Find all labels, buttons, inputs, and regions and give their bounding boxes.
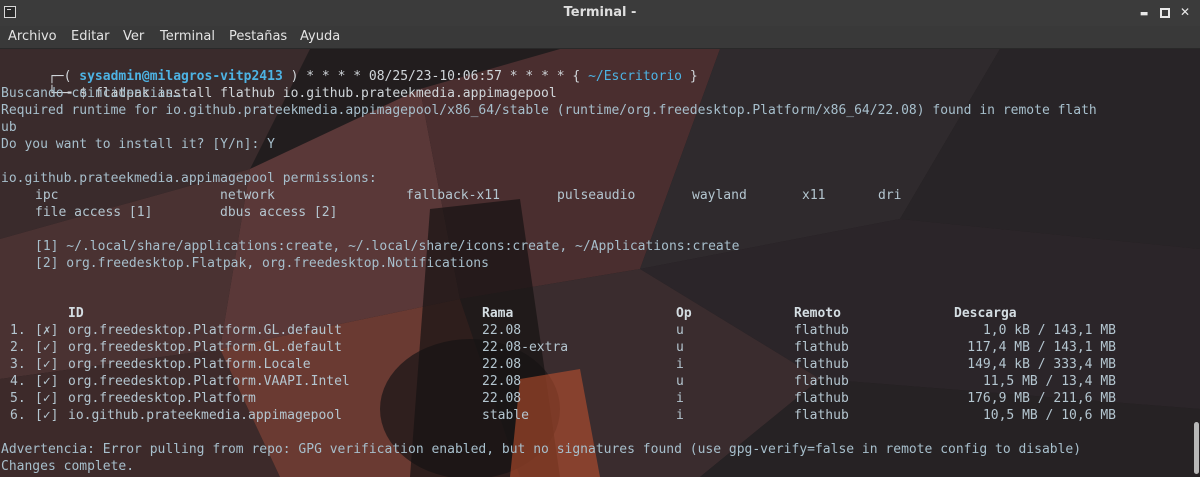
table-row-mark: [✓] (35, 408, 59, 423)
close-icon: ✕ (1179, 5, 1191, 19)
permission-dbus-access: dbus access [2] (220, 205, 338, 220)
close-button[interactable]: ✕ (1177, 4, 1193, 20)
permission-note-2: [2] org.freedesktop.Flatpak, org.freedes… (35, 256, 489, 271)
table-row-remoto: flathub (794, 357, 849, 372)
table-row-remoto: flathub (794, 408, 849, 423)
table-row-op: u (676, 323, 684, 338)
output-searching: Buscando coincidencias… (1, 86, 182, 101)
minimize-button[interactable]: ▬ (1136, 4, 1152, 20)
table-row-num: 3. (10, 357, 26, 372)
permission-network: network (220, 188, 275, 203)
table-row-num: 2. (10, 340, 26, 355)
prompt-cwd-close: } (689, 69, 698, 84)
table-row-rama: 22.08 (482, 391, 522, 406)
maximize-button[interactable] (1157, 4, 1173, 20)
table-row-id: org.freedesktop.Platform.GL.default (68, 340, 342, 355)
terminal-area[interactable]: ┌─( sysadmin@milagros-vitp2413 ) * * * *… (0, 49, 1200, 477)
table-row-rama: 22.08-extra (482, 340, 569, 355)
output-required-1: Required runtime for io.github.prateekme… (1, 103, 1097, 118)
permission-wayland: wayland (692, 188, 747, 203)
table-row-op: u (676, 374, 684, 389)
terminal-window: Terminal - ▬ ✕ Archivo Editar Ver Termin… (0, 0, 1200, 477)
table-row-op: i (676, 391, 684, 406)
menu-pestanas[interactable]: Pestañas (229, 29, 287, 44)
table-row-descarga: 176,9 MB / 211,6 MB (967, 391, 1116, 406)
table-row-num: 5. (10, 391, 26, 406)
title-bar[interactable]: Terminal - ▬ ✕ (0, 0, 1200, 27)
prompt-cwd-open: { (572, 69, 581, 84)
menu-archivo[interactable]: Archivo (8, 29, 57, 44)
table-row-mark: [✗] (35, 323, 59, 338)
permission-dri: dri (878, 188, 902, 203)
output-required-2: ub (1, 120, 17, 135)
command-line: └─╼ $ flatpak install flathub io.github.… (1, 68, 557, 101)
table-row-mark: [✓] (35, 374, 59, 389)
table-row-descarga: 10,5 MB / 10,6 MB (982, 408, 1116, 423)
table-row-remoto: flathub (794, 340, 849, 355)
table-header-op: Op (676, 306, 692, 321)
table-row-id: org.freedesktop.Platform.GL.default (68, 323, 342, 338)
table-row-descarga: 117,4 MB / 143,1 MB (967, 340, 1116, 355)
prompt-line: ┌─( sysadmin@milagros-vitp2413 ) * * * *… (1, 51, 698, 84)
permission-x11: x11 (802, 188, 826, 203)
table-row-num: 4. (10, 374, 26, 389)
table-row-num: 6. (10, 408, 26, 423)
table-row-descarga: 149,4 kB / 333,4 MB (967, 357, 1116, 372)
table-row-remoto: flathub (794, 391, 849, 406)
table-row-remoto: flathub (794, 374, 849, 389)
output-question: Do you want to install it? [Y/n]: Y (1, 137, 275, 152)
permission-fallback-x11: fallback-x11 (406, 188, 500, 203)
table-row-rama: stable (482, 408, 529, 423)
table-row-id: org.freedesktop.Platform.VAAPI.Intel (68, 374, 350, 389)
table-header-rama: Rama (482, 306, 514, 321)
table-row-rama: 22.08 (482, 323, 522, 338)
table-row-id: org.freedesktop.Platform.Locale (68, 357, 311, 372)
output-complete: Changes complete. (1, 459, 135, 474)
terminal-scrollbar[interactable] (1192, 49, 1200, 477)
permissions-title: io.github.prateekmedia.appimagepool perm… (1, 171, 377, 186)
menu-bar: Archivo Editar Ver Terminal Pestañas Ayu… (0, 26, 1200, 49)
menu-ver[interactable]: Ver (123, 29, 144, 44)
table-row-rama: 22.08 (482, 374, 522, 389)
table-row-op: i (676, 357, 684, 372)
table-row-id: org.freedesktop.Platform (68, 391, 256, 406)
permission-ipc: ipc (35, 188, 59, 203)
table-header-remoto: Remoto (794, 306, 841, 321)
table-row-mark: [✓] (35, 340, 59, 355)
table-header-descarga: Descarga (954, 306, 1017, 321)
prompt-cwd: ~/Escritorio (588, 69, 682, 84)
table-row-op: u (676, 340, 684, 355)
table-row-num: 1. (10, 323, 26, 338)
table-row-mark: [✓] (35, 357, 59, 372)
table-row-mark: [✓] (35, 391, 59, 406)
table-row-remoto: flathub (794, 323, 849, 338)
permission-file-access: file access [1] (35, 205, 153, 220)
table-row-rama: 22.08 (482, 357, 522, 372)
scrollbar-thumb[interactable] (1194, 422, 1199, 474)
window-title: Terminal - (563, 5, 637, 20)
table-row-descarga: 11,5 MB / 13,4 MB (982, 374, 1116, 389)
table-row-descarga: 1,0 kB / 143,1 MB (982, 323, 1116, 338)
menu-terminal[interactable]: Terminal (160, 29, 215, 44)
table-row-op: i (676, 408, 684, 423)
permission-note-1: [1] ~/.local/share/applications:create, … (35, 239, 740, 254)
menu-editar[interactable]: Editar (71, 29, 110, 44)
output-warning: Advertencia: Error pulling from repo: GP… (1, 442, 1082, 457)
table-row-id: io.github.prateekmedia.appimagepool (68, 408, 342, 423)
minimize-icon: ▬ (1139, 9, 1149, 19)
table-header-id: ID (68, 306, 84, 321)
menu-ayuda[interactable]: Ayuda (300, 29, 340, 44)
maximize-icon (1160, 7, 1170, 18)
permission-pulseaudio: pulseaudio (557, 188, 636, 203)
